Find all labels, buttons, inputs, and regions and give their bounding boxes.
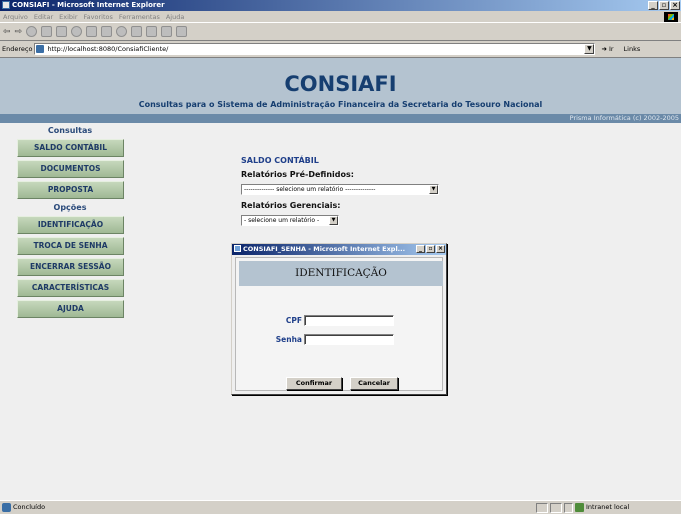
header-banner: CONSIAFI Consultas para o Sistema de Adm… (0, 58, 681, 114)
print-icon[interactable] (146, 26, 158, 37)
cancel-button[interactable]: Cancelar (350, 377, 398, 390)
section-title: SALDO CONTÁBIL (241, 156, 319, 165)
address-input[interactable]: http://localhost:8080/ConsiafiCliente/ ▼ (34, 43, 596, 55)
back-icon[interactable]: ⇦ (3, 27, 11, 37)
window-title-bar: CONSIAFI - Microsoft Internet Explorer _… (0, 0, 681, 11)
login-popup-window: CONSIAFI_SENHA - Microsoft Internet Expl… (231, 243, 447, 395)
menu-exibir[interactable]: Exibir (59, 11, 77, 22)
edit-icon[interactable] (161, 26, 173, 37)
encerrar-sessao-button[interactable]: ENCERRAR SESSÃO (17, 258, 124, 276)
page-icon (36, 45, 45, 53)
favorites-icon[interactable] (86, 26, 98, 37)
cpf-input[interactable] (304, 315, 394, 326)
chevron-down-icon[interactable]: ▼ (329, 216, 338, 225)
menu-arquivo[interactable]: Arquivo (3, 11, 28, 22)
popup-title-bar: CONSIAFI_SENHA - Microsoft Internet Expl… (232, 244, 446, 255)
windows-logo-icon (664, 12, 678, 22)
menu-favoritos[interactable]: Favoritos (84, 11, 113, 22)
popup-heading: IDENTIFICAÇÃO (239, 261, 443, 286)
page-content: CONSIAFI Consultas para o Sistema de Adm… (0, 57, 681, 500)
predefined-reports-value: -------------- selecione um relatório --… (244, 186, 376, 193)
go-button[interactable]: ➜ Ir (601, 45, 613, 53)
chevron-down-icon[interactable]: ▼ (429, 185, 438, 194)
consultas-heading: Consultas (47, 126, 93, 135)
go-label: Ir (608, 45, 614, 53)
search-icon[interactable] (71, 26, 83, 37)
confirm-button[interactable]: Confirmar (286, 377, 342, 390)
window-title: CONSIAFI - Microsoft Internet Explorer (12, 1, 165, 9)
home-icon[interactable] (56, 26, 68, 37)
menu-bar: Arquivo Editar Exibir Favoritos Ferramen… (0, 11, 681, 23)
links-button[interactable]: Links (624, 45, 641, 53)
maximize-icon[interactable]: ▫ (426, 245, 435, 253)
media-icon[interactable] (101, 26, 113, 37)
ie-page-icon (234, 245, 241, 252)
discuss-icon[interactable] (176, 26, 188, 37)
ajuda-button[interactable]: AJUDA (17, 300, 124, 318)
sidebar: Consultas SALDO CONTÁBIL DOCUMENTOS PROP… (14, 125, 126, 321)
documentos-button[interactable]: DOCUMENTOS (17, 160, 124, 178)
address-dropdown-icon[interactable]: ▼ (584, 44, 595, 54)
proposta-button[interactable]: PROPOSTA (17, 181, 124, 199)
popup-body: IDENTIFICAÇÃO CPF Senha Confirmar Cancel… (235, 257, 443, 391)
refresh-icon[interactable] (41, 26, 53, 37)
managerial-reports-value: - selecione um relatório - (244, 217, 320, 224)
saldo-contabil-button[interactable]: SALDO CONTÁBIL (17, 139, 124, 157)
senha-input[interactable] (304, 334, 394, 345)
minimize-icon[interactable]: _ (416, 245, 425, 253)
status-bar: Concluído Intranet local (0, 500, 681, 514)
forward-icon[interactable]: ⇨ (15, 27, 23, 37)
status-cell (564, 503, 573, 513)
intranet-zone-icon (575, 503, 584, 512)
address-label: Endereço (2, 45, 33, 53)
minimize-icon[interactable]: _ (648, 1, 658, 10)
status-cell (536, 503, 548, 513)
predefined-reports-label: Relatórios Pré-Definidos: (241, 170, 354, 179)
senha-row: Senha (236, 334, 444, 346)
menu-editar[interactable]: Editar (34, 11, 53, 22)
managerial-reports-select[interactable]: - selecione um relatório - ▼ (241, 215, 339, 226)
status-text: Concluído (13, 503, 46, 511)
senha-label: Senha (275, 335, 302, 344)
troca-de-senha-button[interactable]: TROCA DE SENHA (17, 237, 124, 255)
stop-icon[interactable] (26, 26, 38, 37)
standard-toolbar: ⇦ ⇨ (0, 23, 681, 41)
security-zone-text: Intranet local (586, 503, 630, 511)
page-subtitle: Consultas para o Sistema de Administraçã… (138, 100, 543, 109)
menu-ferramentas[interactable]: Ferramentas (119, 11, 160, 22)
browser-window: CONSIAFI - Microsoft Internet Explorer _… (0, 0, 681, 514)
address-bar: Endereço http://localhost:8080/ConsiafiC… (0, 42, 681, 56)
close-icon[interactable]: × (670, 1, 680, 10)
identificacao-button[interactable]: IDENTIFICAÇÃO (17, 216, 124, 234)
main-panel: SALDO CONTÁBIL Relatórios Pré-Definidos:… (241, 156, 439, 226)
cpf-label: CPF (285, 316, 302, 325)
maximize-icon[interactable]: ▫ (659, 1, 669, 10)
popup-window-title: CONSIAFI_SENHA - Microsoft Internet Expl… (243, 245, 406, 253)
managerial-reports-label: Relatórios Gerenciais: (241, 201, 341, 210)
predefined-reports-select[interactable]: -------------- selecione um relatório --… (241, 184, 439, 195)
ie-page-icon (2, 1, 10, 9)
opcoes-heading: Opções (53, 203, 87, 212)
cpf-row: CPF (236, 315, 444, 327)
page-done-icon (2, 503, 11, 512)
menu-ajuda[interactable]: Ajuda (166, 11, 184, 22)
status-cell (550, 503, 562, 513)
page-title: CONSIAFI (284, 72, 397, 96)
copyright-credit: Prisma Informática (c) 2002-2005 (569, 114, 679, 122)
mail-icon[interactable] (131, 26, 143, 37)
header-band: Prisma Informática (c) 2002-2005 (0, 114, 681, 123)
history-icon[interactable] (116, 26, 128, 37)
caracteristicas-button[interactable]: CARACTERÍSTICAS (17, 279, 124, 297)
address-url: http://localhost:8080/ConsiafiCliente/ (47, 45, 169, 53)
close-icon[interactable]: × (436, 245, 445, 253)
